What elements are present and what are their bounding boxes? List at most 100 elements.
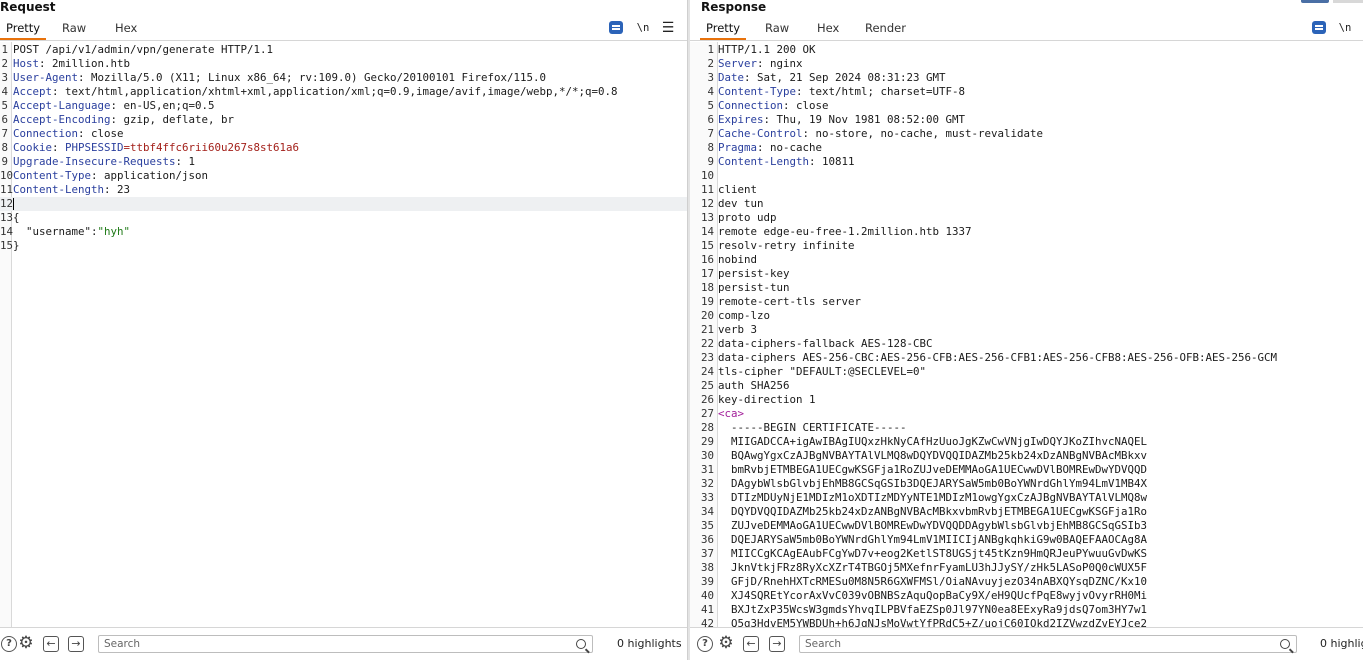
code-line[interactable]: 6 Accept-Encoding: gzip, deflate, br xyxy=(0,113,687,127)
code-line[interactable]: 27 <ca> xyxy=(690,407,1363,421)
request-newline-toggle[interactable]: \n xyxy=(636,20,650,36)
previous-arrow-icon[interactable]: ← xyxy=(743,636,759,652)
line-text: { xyxy=(8,211,20,225)
line-number: 28 xyxy=(700,421,714,434)
code-line[interactable]: 20 comp-lzo xyxy=(690,309,1363,323)
code-line[interactable]: 40 XJ4SQREtYcorAxVvC039vOBNBSzAquQopBaCy… xyxy=(690,589,1363,603)
code-line[interactable]: 30 BQAwgYgxCzAJBgNVBAYTAlVLMQ8wDQYDVQQID… xyxy=(690,449,1363,463)
code-line[interactable]: 1 HTTP/1.1 200 OK xyxy=(690,43,1363,57)
response-tab-raw[interactable]: Raw xyxy=(759,18,795,39)
request-editor[interactable]: 1 POST /api/v1/admin/vpn/generate HTTP/1.… xyxy=(0,42,687,628)
code-line[interactable]: 9 Content-Length: 10811 xyxy=(690,155,1363,169)
line-text: MIIGADCCA+igAwIBAgIUQxzHkNyCAfHzUuoJgKZw… xyxy=(714,435,1147,449)
code-line[interactable]: 11 client xyxy=(690,183,1363,197)
code-line[interactable]: 13 proto udp xyxy=(690,211,1363,225)
code-line[interactable]: 13{ xyxy=(0,211,687,225)
search-icon[interactable] xyxy=(1280,639,1290,649)
code-token: : Thu, 19 Nov 1981 08:52:00 GMT xyxy=(763,113,966,126)
top-scrollbar[interactable] xyxy=(1301,0,1363,3)
gear-icon[interactable]: ⚙ xyxy=(18,635,34,652)
code-line[interactable]: 3 Date: Sat, 21 Sep 2024 08:31:23 GMT xyxy=(690,71,1363,85)
code-line[interactable]: 39 GFjD/RnehHXTcRMESu0M8N5R6GXWFMSl/OiaN… xyxy=(690,575,1363,589)
gear-icon[interactable]: ⚙ xyxy=(718,635,734,652)
code-line[interactable]: 2 Server: nginx xyxy=(690,57,1363,71)
code-line[interactable]: 2 Host: 2million.htb xyxy=(0,57,687,71)
line-number: 14 xyxy=(700,225,714,238)
code-line[interactable]: 25 auth SHA256 xyxy=(690,379,1363,393)
request-search-input[interactable] xyxy=(104,637,571,651)
code-line[interactable]: 19 remote-cert-tls server xyxy=(690,295,1363,309)
next-arrow-icon[interactable]: → xyxy=(68,636,84,652)
code-line[interactable]: 16 nobind xyxy=(690,253,1363,267)
code-token: Content-Length xyxy=(718,155,810,168)
code-line[interactable]: 4 Accept: text/html,application/xhtml+xml… xyxy=(0,85,687,99)
help-icon[interactable]: ? xyxy=(697,636,713,652)
code-line[interactable]: 24 tls-cipher "DEFAULT:@SECLEVEL=0" xyxy=(690,365,1363,379)
search-icon[interactable] xyxy=(576,639,586,649)
code-token: DTIzMDUyNjE1MDIzM1oXDTIzMDYyNTE1MDIzM1ow… xyxy=(718,491,1148,504)
code-line[interactable]: 10 Content-Type: application/json xyxy=(0,169,687,183)
request-tab-hex[interactable]: Hex xyxy=(109,18,143,39)
line-text: Host: 2million.htb xyxy=(8,57,130,71)
code-line[interactable]: 3 User-Agent: Mozilla/5.0 (X11; Linux x86… xyxy=(0,71,687,85)
code-line[interactable]: 34 DQYDVQQIDAZMb25kb24xDzANBgNVBAcMBkxvb… xyxy=(690,505,1363,519)
code-line[interactable]: 12 dev tun xyxy=(690,197,1363,211)
code-line[interactable]: 4 Content-Type: text/html; charset=UTF-8 xyxy=(690,85,1363,99)
hamburger-menu-icon[interactable]: ☰ xyxy=(661,20,675,36)
code-line[interactable]: 37 MIICCgKCAgEAubFCgYwD7v+eog2KetlST8UGS… xyxy=(690,547,1363,561)
code-line[interactable]: 9 Upgrade-Insecure-Requests: 1 xyxy=(0,155,687,169)
code-line[interactable]: 12 xyxy=(0,197,687,211)
request-search-box[interactable] xyxy=(98,635,593,653)
response-tab-render[interactable]: Render xyxy=(859,18,912,39)
request-tab-pretty[interactable]: Pretty xyxy=(0,18,47,40)
line-text: Pragma: no-cache xyxy=(714,141,822,155)
message-actions-icon[interactable] xyxy=(609,21,623,34)
code-line[interactable]: 8 Pragma: no-cache xyxy=(690,141,1363,155)
code-token: client xyxy=(718,183,758,196)
code-line[interactable]: 15} xyxy=(0,239,687,253)
code-line[interactable]: 22 data-ciphers-fallback AES-128-CBC xyxy=(690,337,1363,351)
line-number: 4 xyxy=(1,85,8,98)
code-line[interactable]: 5 Accept-Language: en-US,en;q=0.5 xyxy=(0,99,687,113)
code-line[interactable]: 26 key-direction 1 xyxy=(690,393,1363,407)
response-newline-toggle[interactable]: \n xyxy=(1338,20,1352,36)
code-line[interactable]: 8 Cookie: PHPSESSID=ttbf4ffc6rii60u267s8s… xyxy=(0,141,687,155)
request-tab-raw[interactable]: Raw xyxy=(56,18,92,39)
code-line[interactable]: 41 BXJtZxP35WcsW3gmdsYhvqILPBVfaEZSp0Jl9… xyxy=(690,603,1363,617)
code-line[interactable]: 32 DAgybWlsbGlvbjEhMB8GCSqGSIb3DQEJARYSa… xyxy=(690,477,1363,491)
code-line[interactable]: 11 Content-Length: 23 xyxy=(0,183,687,197)
response-tab-hex[interactable]: Hex xyxy=(811,18,845,39)
message-actions-icon[interactable] xyxy=(1312,21,1326,34)
code-line[interactable]: 28 -----BEGIN CERTIFICATE----- xyxy=(690,421,1363,435)
code-line[interactable]: 1 POST /api/v1/admin/vpn/generate HTTP/1.… xyxy=(0,43,687,57)
code-line[interactable]: 31 bmRvbjETMBEGA1UECgwKSGFja1RoZUJveDEMM… xyxy=(690,463,1363,477)
code-token: MIICCgKCAgEAubFCgYwD7v+eog2KetlST8UGSjt4… xyxy=(718,547,1148,560)
line-text: POST /api/v1/admin/vpn/generate HTTP/1.1 xyxy=(8,43,273,57)
code-line[interactable]: 7 Cache-Control: no-store, no-cache, must… xyxy=(690,127,1363,141)
code-line[interactable]: 21 verb 3 xyxy=(690,323,1363,337)
code-line[interactable]: 29 MIIGADCCA+igAwIBAgIUQxzHkNyCAfHzUuoJg… xyxy=(690,435,1363,449)
code-line[interactable]: 36 DQEJARYSaW5mb0BoYWNrdGhlYm94LmV1MIICI… xyxy=(690,533,1363,547)
previous-arrow-icon[interactable]: ← xyxy=(43,636,59,652)
response-search-box[interactable] xyxy=(799,635,1297,653)
code-line[interactable]: 5 Connection: close xyxy=(690,99,1363,113)
line-text: dev tun xyxy=(714,197,764,211)
code-line[interactable]: 10 xyxy=(690,169,1363,183)
response-editor[interactable]: 1 HTTP/1.1 200 OK 2 Server: nginx 3 Date: Sat… xyxy=(690,42,1363,628)
code-line[interactable]: 15 resolv-retry infinite xyxy=(690,239,1363,253)
code-line[interactable]: 14 remote edge-eu-free-1.2million.htb 133… xyxy=(690,225,1363,239)
code-line[interactable]: 33 DTIzMDUyNjE1MDIzM1oXDTIzMDYyNTE1MDIzM… xyxy=(690,491,1363,505)
help-icon[interactable]: ? xyxy=(1,636,17,652)
code-line[interactable]: 6 Expires: Thu, 19 Nov 1981 08:52:00 GMT xyxy=(690,113,1363,127)
next-arrow-icon[interactable]: → xyxy=(769,636,785,652)
code-line[interactable]: 18 persist-tun xyxy=(690,281,1363,295)
response-search-input[interactable] xyxy=(805,637,1275,651)
code-line[interactable]: 38 JknVtkjFRz8RyXcXZrT4TBGOj5MXefnrFyamL… xyxy=(690,561,1363,575)
code-line[interactable]: 14 "username":"hyh" xyxy=(0,225,687,239)
code-token: Expires xyxy=(718,113,764,126)
code-line[interactable]: 23 data-ciphers AES-256-CBC:AES-256-CFB:A… xyxy=(690,351,1363,365)
response-tab-pretty[interactable]: Pretty xyxy=(700,18,747,40)
code-line[interactable]: 17 persist-key xyxy=(690,267,1363,281)
code-line[interactable]: 35 ZUJveDEMMAoGA1UECwwDVlBOMREwDwYDVQQDD… xyxy=(690,519,1363,533)
code-line[interactable]: 7 Connection: close xyxy=(0,127,687,141)
